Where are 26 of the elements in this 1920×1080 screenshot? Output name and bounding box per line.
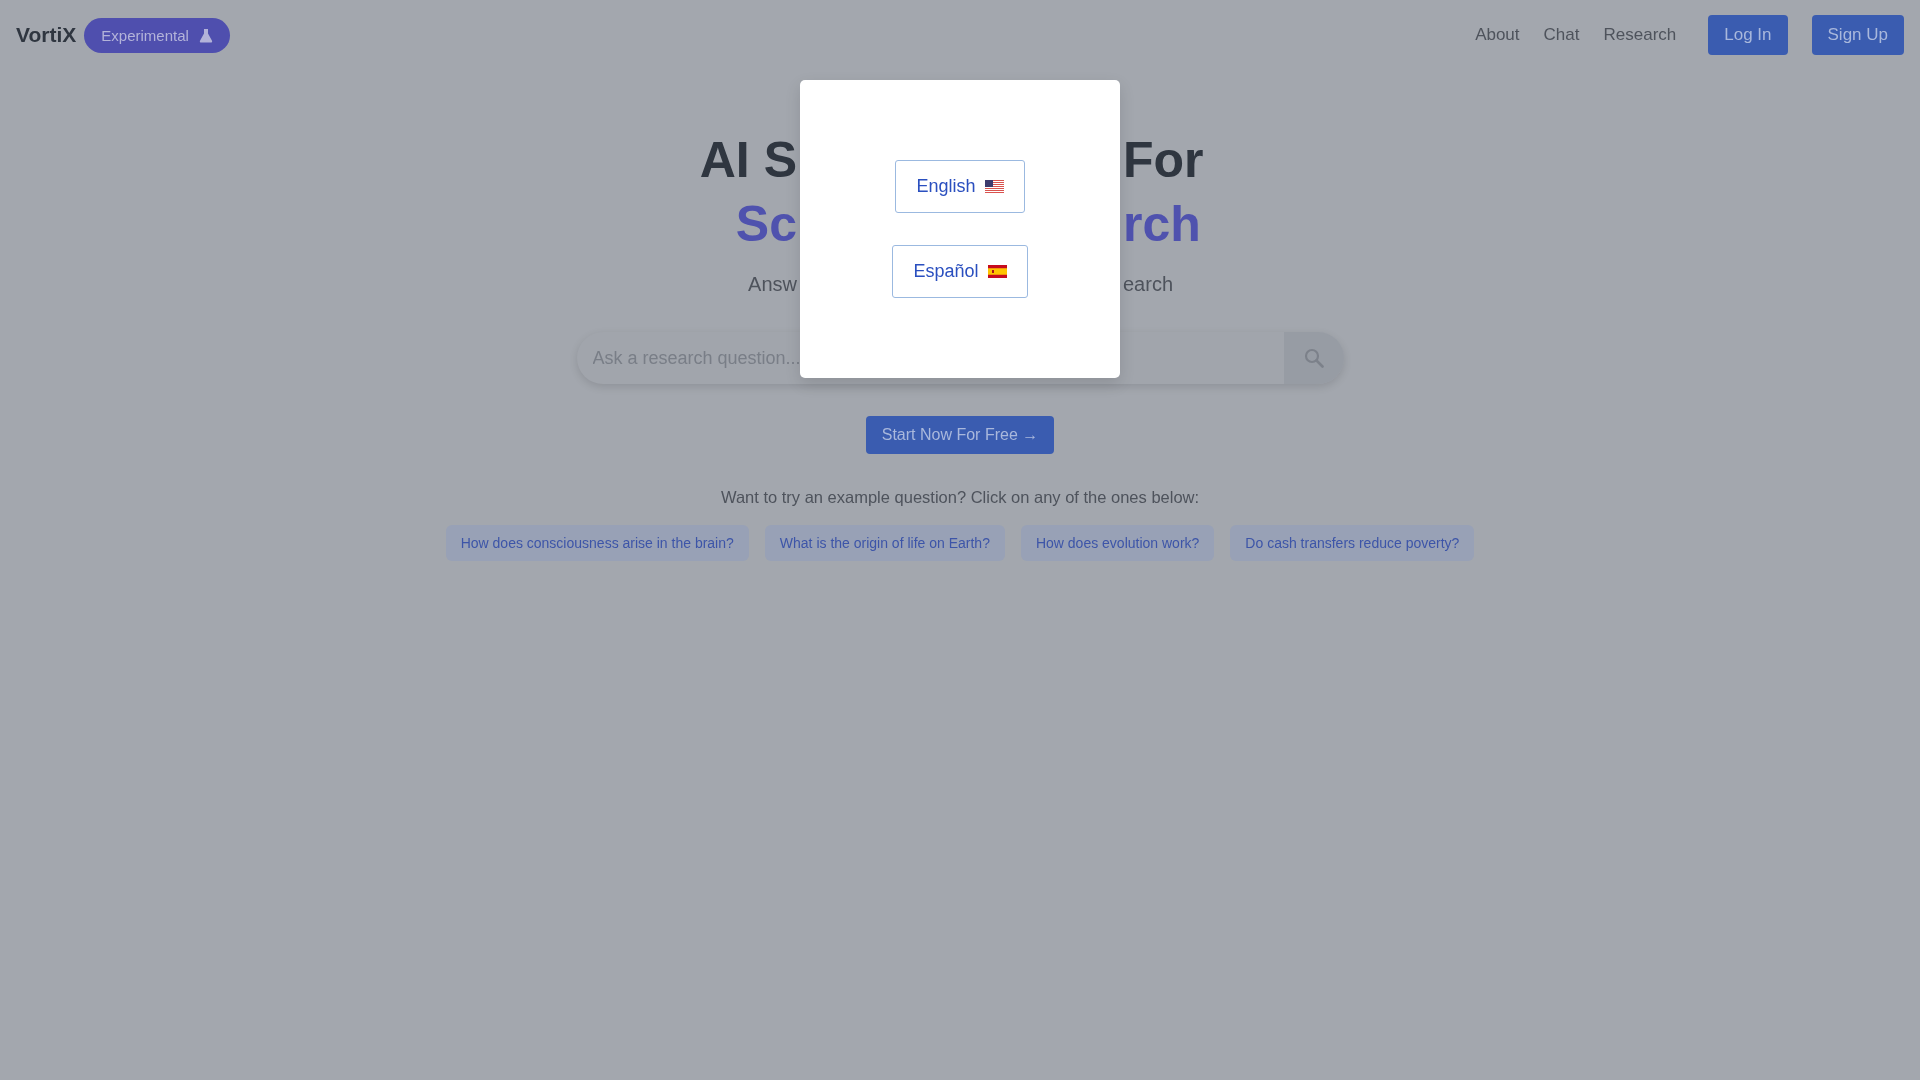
experimental-badge: Experimental bbox=[84, 17, 230, 53]
subtitle-text: earch bbox=[1123, 272, 1174, 297]
example-question-button[interactable]: What is the origin of life on Earth? bbox=[764, 525, 1005, 561]
search-icon bbox=[1303, 348, 1324, 368]
flag-icon bbox=[987, 265, 1007, 278]
example-question-button[interactable]: Do cash transfers reduce poverty? bbox=[1230, 525, 1475, 561]
headline-text: For bbox=[1123, 131, 1204, 190]
nav-link[interactable]: Research bbox=[1603, 25, 1677, 45]
nav-link[interactable]: About bbox=[1475, 25, 1520, 45]
subtitle-text: Answ bbox=[748, 272, 797, 297]
header-button[interactable]: Sign Up bbox=[1811, 15, 1904, 55]
example-question-button[interactable]: How does evolution work? bbox=[1020, 525, 1215, 561]
language-button[interactable]: Español bbox=[892, 245, 1028, 298]
example-prompt: Want to try an example question? Click on any of the ones below: bbox=[720, 488, 1200, 507]
search-button[interactable] bbox=[1283, 332, 1344, 384]
flask-icon bbox=[198, 27, 213, 43]
nav-link[interactable]: Chat bbox=[1543, 25, 1580, 45]
flag-icon bbox=[984, 180, 1004, 193]
headline-text: Sc bbox=[735, 195, 797, 254]
headline-text: AI S bbox=[699, 131, 797, 190]
language-button[interactable]: English bbox=[895, 160, 1025, 213]
headline-text: rch bbox=[1123, 195, 1201, 254]
logo[interactable]: VortiX bbox=[16, 23, 77, 47]
header-button[interactable]: Log In bbox=[1708, 15, 1788, 55]
example-question-button[interactable]: How does consciousness arise in the brain? bbox=[445, 525, 749, 561]
start-button[interactable]: Start Now For Free → bbox=[865, 416, 1055, 454]
